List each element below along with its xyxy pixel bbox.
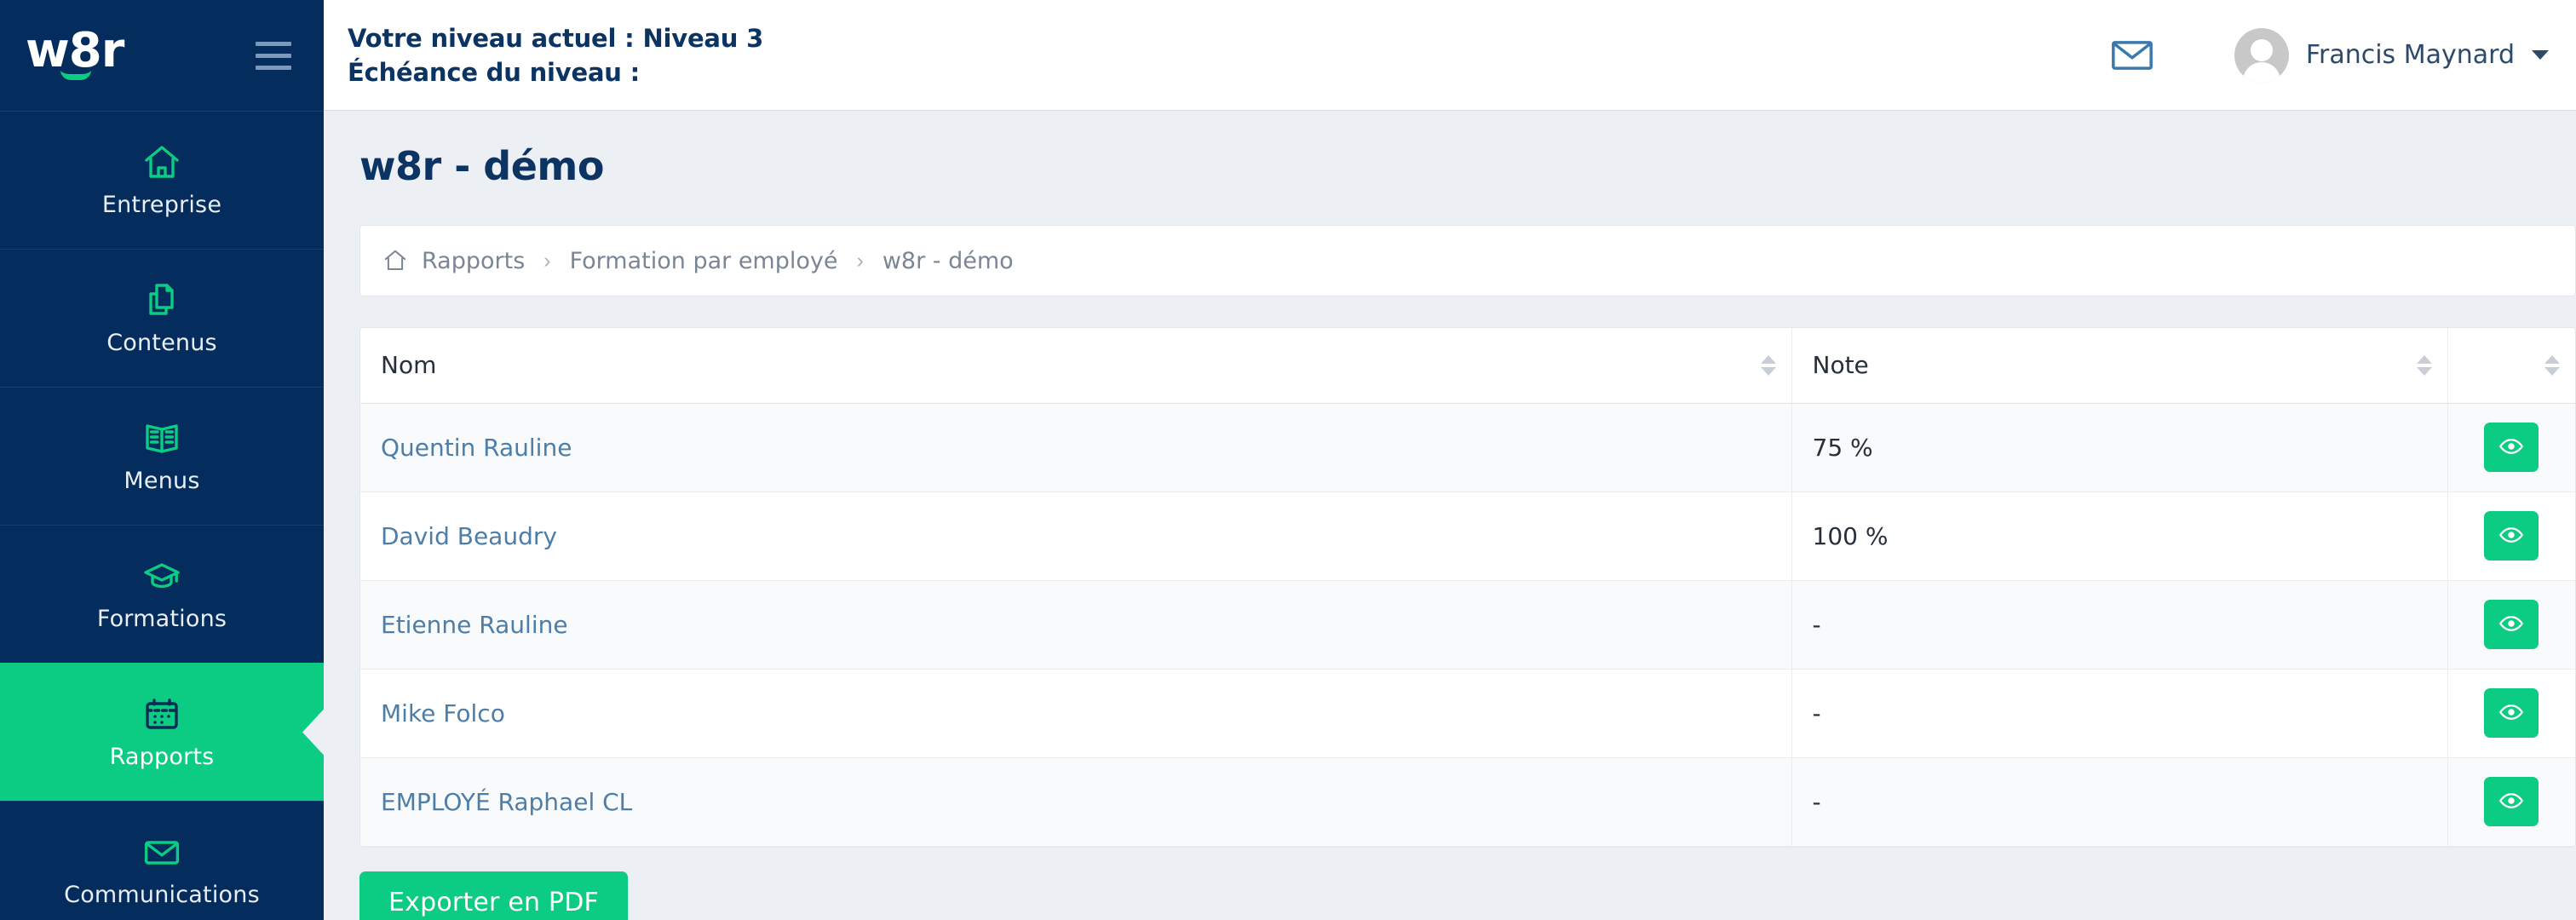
cell-nom: EMPLOYÉ Raphael CL xyxy=(360,757,1791,847)
table-body: Quentin Rauline 75 % David Beaudry 100 %… xyxy=(360,403,2575,847)
home-icon xyxy=(140,142,184,183)
breadcrumb: Rapports › Formation par employé › w8r -… xyxy=(359,225,2576,296)
view-button[interactable] xyxy=(2484,511,2539,561)
table-row: David Beaudry 100 % xyxy=(360,492,2575,581)
cell-nom: Quentin Rauline xyxy=(360,403,1791,492)
sidebar-item-formations[interactable]: Formations xyxy=(0,525,324,663)
hamburger-icon[interactable] xyxy=(252,38,295,73)
sidebar-item-label: Rapports xyxy=(109,744,215,770)
sort-icon[interactable] xyxy=(1760,354,1776,376)
user-name: Francis Maynard xyxy=(2305,40,2515,70)
employee-link[interactable]: Mike Folco xyxy=(381,699,505,727)
app-root: w8r Entreprise Contenus Menus Formations… xyxy=(0,0,2576,920)
cell-action xyxy=(2447,669,2575,758)
employee-link[interactable]: EMPLOYÉ Raphael CL xyxy=(381,788,632,816)
eye-icon xyxy=(2498,522,2524,550)
cell-nom: David Beaudry xyxy=(360,492,1791,581)
sidebar-item-label: Formations xyxy=(96,606,227,632)
sidebar-item-entreprise[interactable]: Entreprise xyxy=(0,111,324,249)
view-button[interactable] xyxy=(2484,688,2539,738)
sidebar-item-label: Entreprise xyxy=(101,192,222,218)
cell-note: 75 % xyxy=(1791,403,2447,492)
column-header-note[interactable]: Note xyxy=(1791,328,2447,404)
view-button[interactable] xyxy=(2484,423,2539,472)
sidebar-item-label: Contenus xyxy=(106,330,217,356)
chevron-down-icon[interactable] xyxy=(2532,50,2549,60)
sidebar-item-label: Communications xyxy=(64,882,260,908)
book-icon xyxy=(140,418,184,459)
sidebar: w8r Entreprise Contenus Menus Formations… xyxy=(0,0,325,920)
table-row: Mike Folco - xyxy=(360,669,2575,758)
sidebar-item-communications[interactable]: Communications xyxy=(0,801,324,920)
avatar xyxy=(2234,27,2289,83)
cell-note: - xyxy=(1791,580,2447,670)
sidebar-header: w8r xyxy=(0,0,324,111)
cell-action xyxy=(2447,580,2575,670)
sort-icon[interactable] xyxy=(2544,354,2560,376)
column-header-label: Note xyxy=(1812,351,1869,380)
export-actions: Exporter en PDF xyxy=(359,848,2576,920)
app-logo[interactable]: w8r xyxy=(26,27,124,83)
column-header-actions[interactable] xyxy=(2447,328,2575,404)
table-header-row: Nom Note xyxy=(360,328,2575,404)
table-row: EMPLOYÉ Raphael CL - xyxy=(360,757,2575,847)
main-area: Votre niveau actuel : Niveau 3 Échéance … xyxy=(324,0,2576,920)
table-row: Quentin Rauline 75 % xyxy=(360,403,2575,492)
view-button[interactable] xyxy=(2484,777,2539,826)
employee-link[interactable]: Quentin Rauline xyxy=(381,434,572,462)
table-row: Etienne Rauline - xyxy=(360,580,2575,670)
home-icon[interactable] xyxy=(382,248,408,273)
eye-icon xyxy=(2498,434,2524,462)
envelope-icon xyxy=(140,832,184,873)
report-table: Nom Note Quentin Rauline 75 % David Beau… xyxy=(360,328,2575,847)
breadcrumb-item-rapports[interactable]: Rapports xyxy=(422,248,525,274)
employee-link[interactable]: Etienne Rauline xyxy=(381,611,568,639)
column-header-nom[interactable]: Nom xyxy=(360,328,1791,404)
page-title: w8r - démo xyxy=(359,143,604,189)
view-button[interactable] xyxy=(2484,600,2539,649)
cell-note: - xyxy=(1791,757,2447,847)
sort-icon[interactable] xyxy=(2416,354,2432,376)
current-level-text: Votre niveau actuel : Niveau 3 xyxy=(348,23,764,53)
breadcrumb-separator: › xyxy=(543,248,551,273)
user-menu[interactable]: Francis Maynard xyxy=(2234,27,2549,83)
sidebar-item-label: Menus xyxy=(124,468,200,494)
eye-icon xyxy=(2498,788,2524,816)
level-status: Votre niveau actuel : Niveau 3 Échéance … xyxy=(348,24,763,87)
cell-nom: Mike Folco xyxy=(360,669,1791,758)
top-bar-right: Francis Maynard xyxy=(2108,27,2549,83)
cell-action xyxy=(2447,492,2575,581)
breadcrumb-item-formation-par-employe[interactable]: Formation par employé xyxy=(570,248,838,274)
table-head: Nom Note xyxy=(360,328,2575,404)
envelope-icon[interactable] xyxy=(2108,32,2156,79)
sidebar-item-menus[interactable]: Menus xyxy=(0,387,324,525)
cell-nom: Etienne Rauline xyxy=(360,580,1791,670)
employee-link[interactable]: David Beaudry xyxy=(381,522,557,550)
cell-action xyxy=(2447,757,2575,847)
page-content: w8r - démo Rapports › Formation par empl… xyxy=(324,111,2576,920)
export-pdf-button[interactable]: Exporter en PDF xyxy=(359,871,628,920)
breadcrumb-separator: › xyxy=(856,248,864,273)
logo-smile-accent xyxy=(60,70,91,80)
active-indicator-notch xyxy=(302,708,325,756)
calendar-icon xyxy=(140,694,184,735)
eye-icon xyxy=(2498,611,2524,639)
report-table-container: Nom Note Quentin Rauline 75 % David Beau… xyxy=(359,327,2576,848)
top-bar: Votre niveau actuel : Niveau 3 Échéance … xyxy=(324,0,2576,111)
sidebar-item-contenus[interactable]: Contenus xyxy=(0,249,324,387)
cell-action xyxy=(2447,403,2575,492)
cell-note: 100 % xyxy=(1791,492,2447,581)
breadcrumb-item-current: w8r - démo xyxy=(882,247,1014,274)
documents-icon xyxy=(140,280,184,321)
cell-note: - xyxy=(1791,669,2447,758)
level-deadline-text: Échéance du niveau : xyxy=(348,57,641,87)
sidebar-item-rapports[interactable]: Rapports xyxy=(0,663,325,801)
eye-icon xyxy=(2498,699,2524,727)
graduation-cap-icon xyxy=(140,556,184,597)
column-header-label: Nom xyxy=(381,351,437,380)
sidebar-nav: Entreprise Contenus Menus Formations Rap… xyxy=(0,111,325,920)
